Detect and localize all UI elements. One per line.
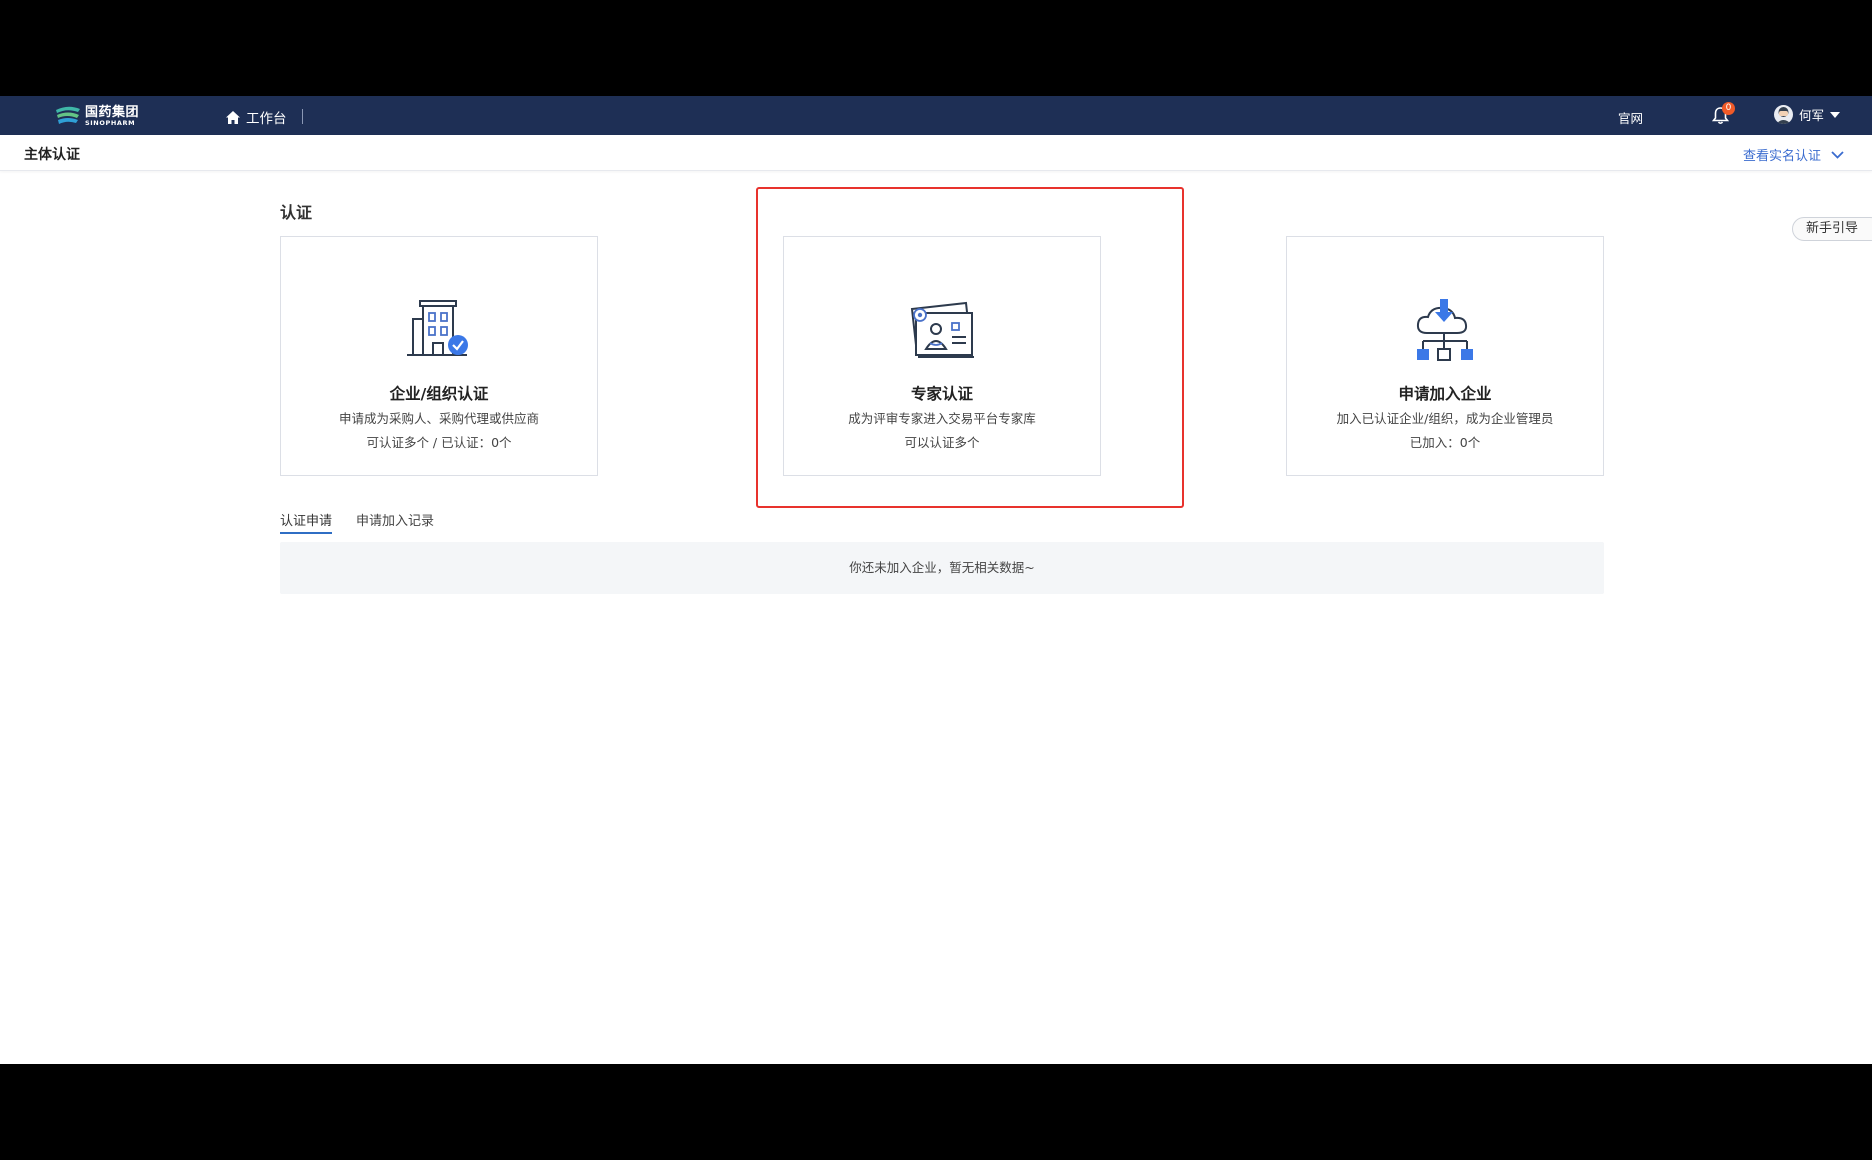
card-icon-wrap [784,299,1100,363]
app-screen: 国药集团 SINOPHARM 工作台 官网 0 何军 主体认证 查看实名认证 认… [0,96,1872,1064]
page-header: 主体认证 查看实名认证 [0,135,1872,171]
user-menu[interactable]: 何军 [1774,105,1841,124]
top-navbar: 国药集团 SINOPHARM 工作台 官网 0 何军 [0,96,1872,135]
sinopharm-logo[interactable]: 国药集团 SINOPHARM [54,103,139,129]
chevron-down-icon [1831,150,1844,159]
card-subtext: 可以认证多个 [904,435,980,450]
card-join-enterprise[interactable]: 申请加入企业 加入已认证企业/组织，成为企业管理员 已加入：0个 [1286,236,1604,476]
expert-id-card-icon [910,301,974,358]
view-realname-link[interactable]: 查看实名认证 [1743,145,1844,164]
card-icon-wrap [1287,299,1603,363]
caret-down-icon [1830,111,1841,118]
card-description: 成为评审专家进入交易平台专家库 [848,411,1036,426]
logo-en-text: SINOPHARM [85,118,136,127]
user-avatar-icon [1776,107,1791,124]
cloud-network-icon [1416,299,1473,361]
card-title: 企业/组织认证 [389,385,489,403]
card-subtext: 可认证多个 / 已认证：0个 [366,435,512,450]
records-tabs: 认证申请 申请加入记录 [280,510,434,534]
sinopharm-logo-icon [56,106,80,124]
tab-certification-applications[interactable]: 认证申请 [280,510,333,534]
avatar [1774,105,1793,124]
logo-cn-text: 国药集团 [85,104,140,120]
empty-state-text: 你还未加入企业，暂无相关数据~ [849,560,1035,575]
card-description: 申请成为采购人、采购代理或供应商 [338,411,539,426]
card-expert-certification[interactable]: 专家认证 成为评审专家进入交易平台专家库 可以认证多个 [783,236,1101,476]
building-verified-icon [407,300,468,356]
notification-badge: 0 [1722,102,1735,115]
view-realname-label: 查看实名认证 [1742,149,1821,164]
user-name: 何军 [1799,108,1825,123]
card-enterprise-certification[interactable]: 企业/组织认证 申请成为采购人、采购代理或供应商 可认证多个 / 已认证：0个 [280,236,598,476]
card-subtext: 已加入：0个 [1409,435,1481,450]
card-description: 加入已认证企业/组织，成为企业管理员 [1336,411,1554,426]
card-title: 申请加入企业 [1398,385,1492,403]
home-icon [226,110,240,124]
card-icon-wrap [281,299,597,363]
empty-state-panel: 你还未加入企业，暂无相关数据~ [280,542,1604,594]
tab-join-records[interactable]: 申请加入记录 [356,510,434,534]
notification-bell[interactable]: 0 [1711,102,1735,129]
nav-workbench[interactable]: 工作台 [226,107,287,127]
section-title: 认证 [280,203,313,222]
nav-divider [302,109,303,124]
nav-workbench-label: 工作台 [246,111,287,127]
nav-official-site[interactable]: 官网 [1618,108,1643,127]
beginner-guide-button[interactable]: 新手引导 [1792,217,1872,241]
page-title: 主体认证 [24,147,80,163]
card-title: 专家认证 [910,385,973,403]
